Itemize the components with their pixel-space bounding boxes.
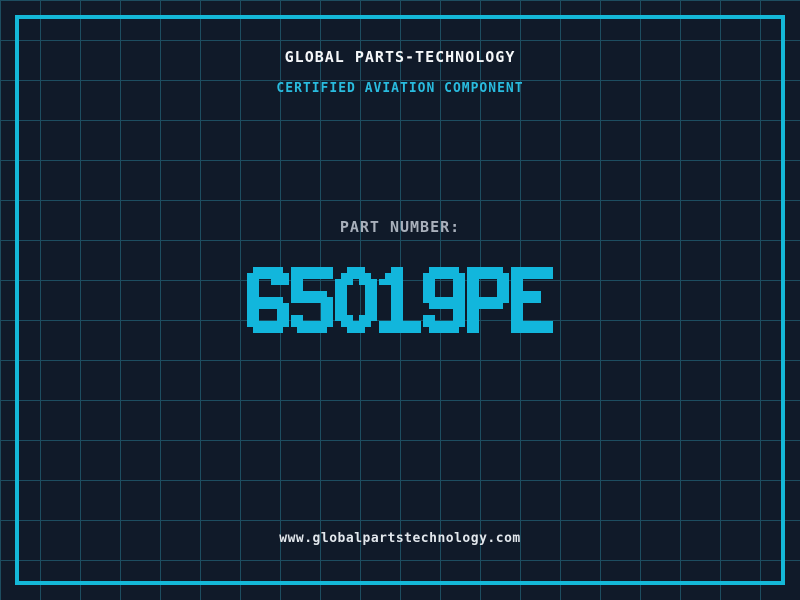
company-title: GLOBAL PARTS-TECHNOLOGY	[284, 48, 516, 66]
part-number-label: PART NUMBER:	[339, 218, 461, 236]
blueprint-card: GLOBAL PARTS-TECHNOLOGY CERTIFIED AVIATI…	[0, 0, 800, 600]
website-url: www.globalpartstechnology.com	[279, 531, 521, 546]
part-number-value	[0, 267, 800, 333]
certification-subtitle: CERTIFIED AVIATION COMPONENT	[276, 81, 524, 96]
